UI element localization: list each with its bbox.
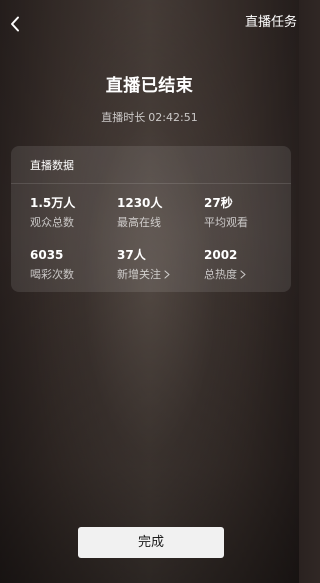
stat-label-text: 喝彩次数	[30, 268, 74, 281]
stat-label-text: 总热度	[204, 268, 237, 281]
live-duration: 直播时长 02:42:51	[0, 110, 299, 126]
stat-label: 观众总数	[30, 215, 116, 230]
stat-label: 平均观看	[204, 215, 290, 230]
chevron-right-icon	[240, 270, 246, 279]
stat-label-text: 观众总数	[30, 216, 74, 229]
stat-value: 6035	[30, 248, 64, 262]
stat-value: 1.5万人	[30, 196, 76, 210]
page-title: 直播已结束	[105, 76, 194, 96]
duration-label: 直播时长	[101, 111, 146, 124]
live-tasks-link[interactable]: 直播任务	[245, 14, 297, 32]
stat-label-text: 平均观看	[204, 216, 248, 229]
stat-label: 总热度	[204, 267, 290, 282]
stat-value: 2002	[204, 248, 238, 262]
chevron-right-icon	[164, 270, 170, 279]
stat-average-watch: 27秒 平均观看	[204, 195, 290, 230]
stat-label: 最高在线	[117, 215, 203, 230]
back-button[interactable]	[4, 12, 26, 36]
stat-label: 新增关注	[117, 267, 203, 282]
stat-label: 喝彩次数	[30, 267, 116, 282]
stat-value: 37人	[117, 248, 146, 262]
stat-value: 27秒	[204, 196, 233, 210]
divider	[11, 183, 291, 184]
duration-value: 02:42:51	[148, 111, 198, 124]
stat-label-text: 最高在线	[117, 216, 161, 229]
top-bar: 直播任务	[0, 0, 299, 48]
stat-peak-online: 1230人 最高在线	[117, 195, 203, 230]
chevron-left-icon	[10, 16, 20, 32]
stat-total-viewers: 1.5万人 观众总数	[30, 195, 116, 230]
done-button[interactable]: 完成	[78, 527, 224, 558]
stat-total-heat[interactable]: 2002 总热度	[204, 247, 290, 282]
live-stats-card: 直播数据 1.5万人 观众总数 1230人 最高在线 27秒 平均观看 6035…	[11, 146, 291, 292]
stat-cheers: 6035 喝彩次数	[30, 247, 116, 282]
stat-value: 1230人	[117, 196, 163, 210]
stats-card-title: 直播数据	[30, 159, 74, 172]
stat-new-followers[interactable]: 37人 新增关注	[117, 247, 203, 282]
stat-label-text: 新增关注	[117, 268, 161, 281]
